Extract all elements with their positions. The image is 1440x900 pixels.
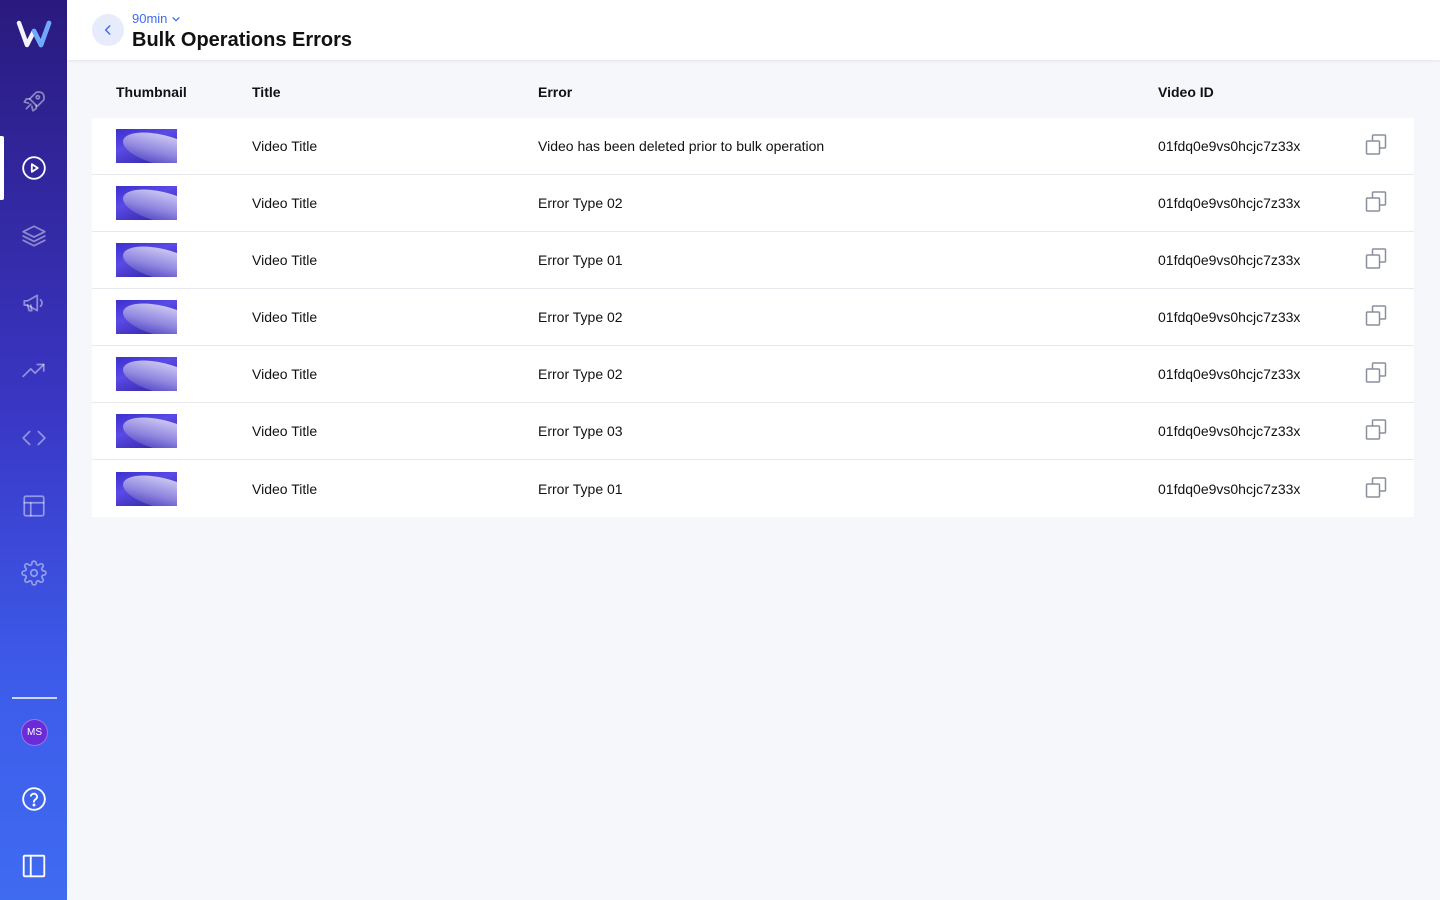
video-title: Video Title (252, 309, 318, 325)
video-id: 01fdq0e9vs0hcjc7z33x (1158, 366, 1301, 382)
back-button[interactable] (92, 14, 124, 46)
error-message: Error Type 03 (538, 423, 623, 439)
topbar: 90min Bulk Operations Errors (67, 0, 1440, 60)
copy-button[interactable] (1364, 418, 1388, 445)
copy-button[interactable] (1364, 361, 1388, 388)
video-thumbnail[interactable] (116, 129, 177, 163)
sidebar-collapse-button[interactable] (0, 834, 67, 898)
chevron-down-icon (172, 16, 180, 21)
table-row[interactable]: Video Title Error Type 01 01fdq0e9vs0hcj… (92, 460, 1414, 517)
table-row[interactable]: Video Title Error Type 01 01fdq0e9vs0hcj… (92, 232, 1414, 289)
error-message: Error Type 02 (538, 195, 623, 211)
video-id: 01fdq0e9vs0hcjc7z33x (1158, 480, 1301, 497)
error-message: Error Type 01 (538, 252, 623, 268)
table-row[interactable]: Video Title Error Type 02 01fdq0e9vs0hcj… (92, 175, 1414, 232)
sidebar: MS (0, 0, 67, 900)
video-thumbnail[interactable] (116, 414, 177, 448)
megaphone-icon (22, 294, 43, 312)
error-message: Error Type 02 (538, 309, 623, 325)
layout-icon (22, 495, 45, 517)
copy-button[interactable] (1364, 133, 1388, 160)
video-id: 01fdq0e9vs0hcjc7z33x (1158, 138, 1301, 154)
sidebar-item-help[interactable] (0, 767, 67, 831)
column-header-error: Error (538, 84, 573, 100)
sidebar-item-campaigns[interactable] (0, 271, 67, 335)
chevron-left-icon (104, 25, 111, 35)
error-message: Video has been deleted prior to bulk ope… (538, 138, 825, 154)
copy-icon (1365, 419, 1387, 440)
breadcrumb-label: 90min (132, 11, 168, 26)
copy-button[interactable] (1364, 190, 1388, 217)
column-header-title: Title (252, 84, 281, 100)
errors-table: Thumbnail Title Error Video ID Video Tit… (92, 70, 1414, 517)
code-icon (21, 430, 46, 446)
video-id: 01fdq0e9vs0hcjc7z33x (1158, 423, 1301, 439)
table-body: Video Title Video has been deleted prior… (92, 118, 1414, 517)
video-title: Video Title (252, 195, 318, 211)
video-title: Video Title (252, 423, 318, 439)
table-row[interactable]: Video Title Error Type 02 01fdq0e9vs0hcj… (92, 346, 1414, 403)
sidebar-divider (12, 697, 57, 699)
video-thumbnail[interactable] (116, 243, 177, 277)
help-icon (21, 787, 46, 811)
video-title: Video Title (252, 252, 318, 268)
video-id: 01fdq0e9vs0hcjc7z33x (1158, 195, 1301, 211)
copy-button[interactable] (1364, 247, 1388, 274)
page-title: Bulk Operations Errors (132, 29, 353, 51)
rocket-icon (22, 91, 45, 112)
error-message: Error Type 02 (538, 366, 623, 382)
copy-icon (1365, 362, 1387, 383)
table-header: Thumbnail Title Error Video ID (92, 70, 1414, 118)
sidebar-item-launch[interactable] (0, 69, 67, 133)
copy-button[interactable] (1364, 475, 1388, 502)
copy-button[interactable] (1364, 304, 1388, 331)
sidebar-item-settings[interactable] (0, 541, 67, 605)
copy-icon (1365, 305, 1387, 326)
sidebar-item-analytics[interactable] (0, 339, 67, 403)
sidebar-item-layout[interactable] (0, 474, 67, 538)
gear-icon (20, 560, 47, 586)
video-thumbnail[interactable] (116, 186, 177, 220)
sidebar-item-embed[interactable] (0, 406, 67, 470)
trending-up-icon (21, 363, 45, 378)
table-row[interactable]: Video Title Video has been deleted prior… (92, 118, 1414, 175)
column-header-video-id: Video ID (1158, 84, 1214, 100)
video-title: Video Title (252, 366, 318, 382)
video-id: 01fdq0e9vs0hcjc7z33x (1158, 309, 1301, 325)
video-title: Video Title (252, 138, 318, 154)
copy-icon (1365, 191, 1387, 212)
breadcrumb[interactable]: 90min (132, 11, 181, 26)
sidebar-item-videos[interactable] (0, 136, 67, 200)
layers-icon (21, 225, 46, 247)
video-thumbnail[interactable] (116, 300, 177, 334)
table-row[interactable]: Video Title Error Type 03 01fdq0e9vs0hcj… (92, 403, 1414, 460)
video-id: 01fdq0e9vs0hcjc7z33x (1158, 252, 1301, 268)
avatar[interactable]: MS (21, 719, 48, 746)
copy-icon (1365, 476, 1387, 498)
video-thumbnail[interactable] (116, 471, 177, 506)
play-circle-icon (21, 156, 46, 180)
table-row[interactable]: Video Title Error Type 02 01fdq0e9vs0hcj… (92, 289, 1414, 346)
video-title: Video Title (252, 480, 318, 497)
column-header-thumbnail: Thumbnail (116, 84, 187, 100)
video-thumbnail[interactable] (116, 357, 177, 391)
error-message: Error Type 01 (538, 480, 623, 497)
sidebar-toggle-icon (22, 854, 45, 878)
copy-icon (1365, 248, 1387, 269)
sidebar-item-layers[interactable] (0, 204, 67, 268)
copy-icon (1365, 134, 1387, 155)
logo-icon[interactable] (16, 18, 52, 50)
